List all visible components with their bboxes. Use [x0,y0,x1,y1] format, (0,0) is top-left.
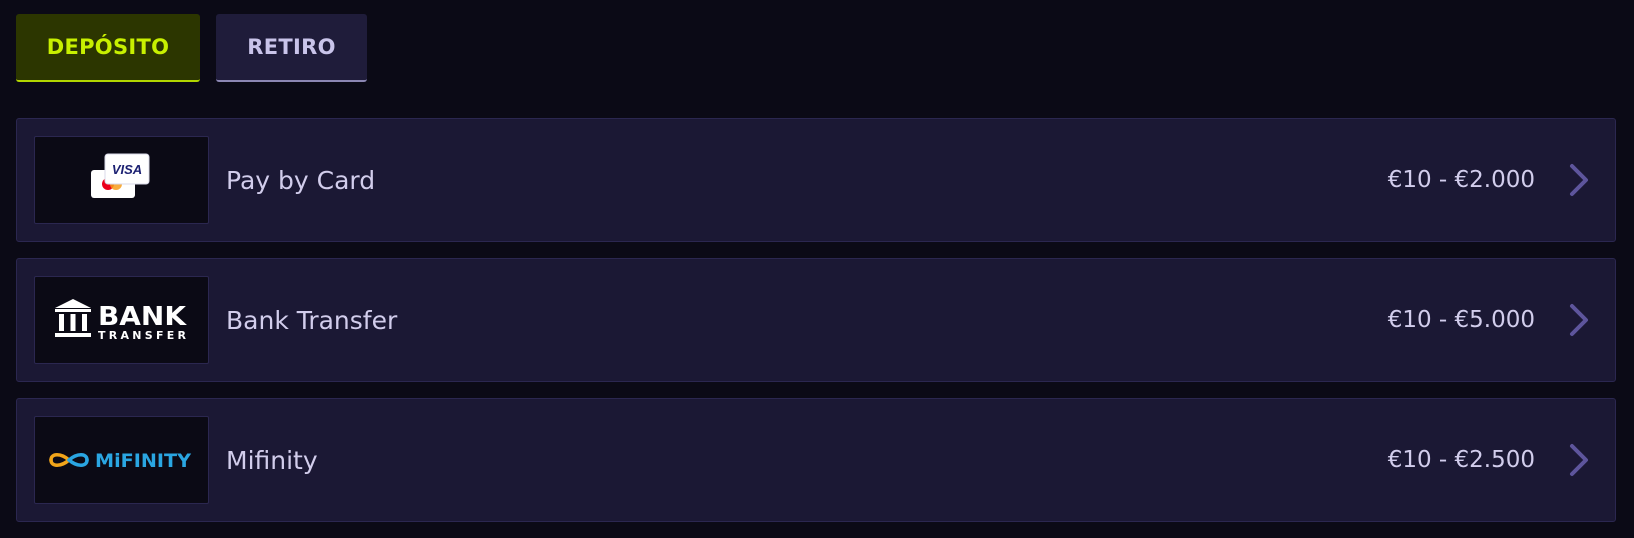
visa-text: VISA [111,162,141,177]
mifinity-text: MiFINITY [95,450,191,472]
tab-deposit[interactable]: DEPÓSITO [16,14,200,82]
bank-transfer-logo: BANK TRANSFER [54,299,187,342]
mifinity-logo: MiFINITY [48,450,191,472]
chevron-right-icon [1570,164,1588,196]
payment-method-bank-transfer[interactable]: BANK TRANSFER Bank Transfer €10 - €5.000 [16,258,1616,382]
mifinity-logo-box: MiFINITY [34,416,209,504]
visa-mastercard-icon: VISA [90,153,149,198]
payment-method-card[interactable]: VISA Pay by Card €10 - €2.000 [16,118,1616,242]
method-name: Pay by Card [226,165,376,195]
method-range: €10 - €5.000 [1387,307,1535,333]
bank-text: BANK [98,302,187,332]
method-range: €10 - €2.000 [1387,167,1535,193]
payment-methods-list: VISA Pay by Card €10 - €2.000 BANK TRANS… [16,118,1616,538]
method-range: €10 - €2.500 [1387,447,1535,473]
payment-method-mifinity[interactable]: MiFINITY Mifinity €10 - €2.500 [16,398,1616,522]
tab-withdraw[interactable]: RETIRO [216,14,367,82]
card-logo-box: VISA [34,136,209,224]
chevron-right-icon [1570,444,1588,476]
infinity-icon [48,453,89,467]
method-name: Bank Transfer [226,305,398,335]
chevron-right-icon [1570,304,1588,336]
method-name: Mifinity [226,445,318,475]
bank-building-icon [54,299,91,337]
payment-tabs: DEPÓSITO RETIRO [16,14,367,82]
bank-logo-box: BANK TRANSFER [34,276,209,364]
